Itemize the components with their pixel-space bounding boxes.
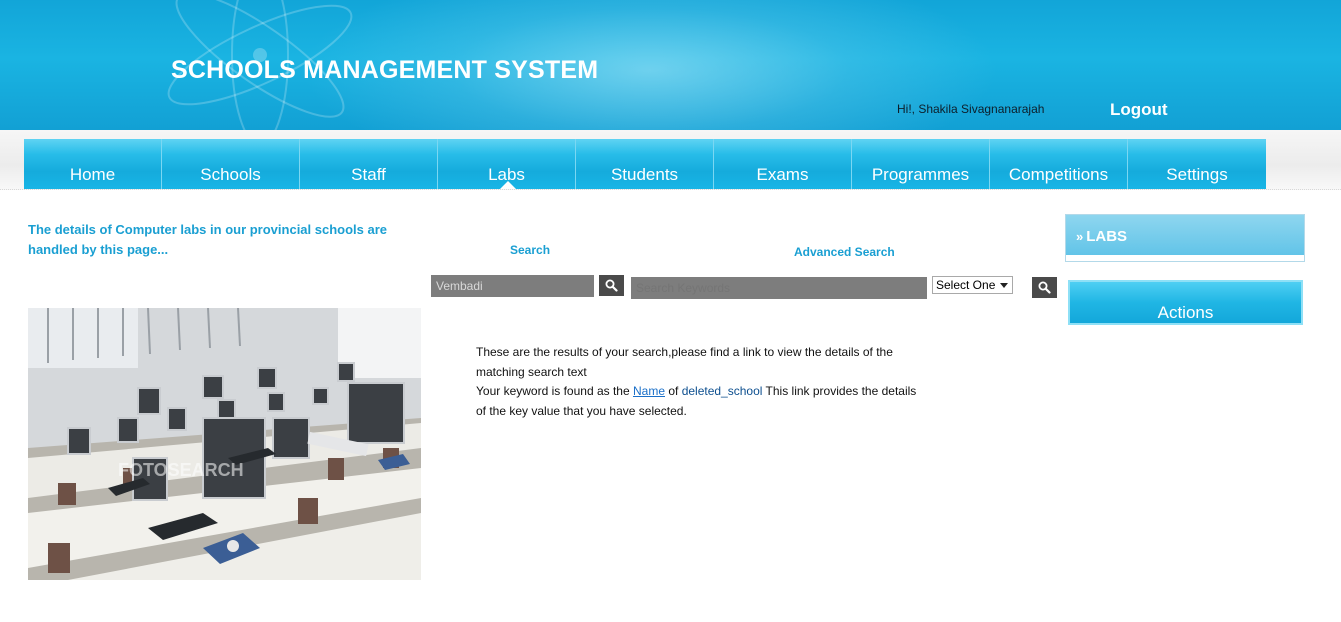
nav-item-competitions[interactable]: Competitions: [990, 139, 1128, 189]
result-key-value: deleted_school: [681, 384, 763, 398]
page-intro: The details of Computer labs in our prov…: [28, 222, 388, 257]
advanced-search-button[interactable]: [1032, 277, 1057, 298]
nav-item-labs[interactable]: Labs: [438, 139, 576, 189]
keywords-input[interactable]: [631, 277, 927, 299]
nav-item-programmes[interactable]: Programmes: [852, 139, 990, 189]
nav-item-staff[interactable]: Staff: [300, 139, 438, 189]
computer-lab-photo: FOTOSEARCH: [28, 308, 421, 580]
site-title: SCHOOLS MANAGEMENT SYSTEM: [171, 56, 599, 84]
actions-button[interactable]: Actions: [1068, 280, 1303, 325]
nav-item-settings[interactable]: Settings: [1128, 139, 1266, 189]
page: SCHOOLS MANAGEMENT SYSTEM Hi!, Shakila S…: [0, 0, 1341, 622]
photo-watermark: FOTOSEARCH: [118, 460, 244, 480]
search-button[interactable]: [599, 275, 624, 296]
search-input[interactable]: [431, 275, 594, 297]
labs-panel-title: LABS: [1086, 228, 1128, 245]
magnifier-icon: [605, 279, 618, 292]
main-nav: Home Schools Staff Labs Students Exams P…: [24, 139, 1266, 189]
result-name-link[interactable]: Name: [633, 384, 665, 398]
labs-panel: » LABS: [1065, 214, 1305, 262]
search-field-select[interactable]: Select One: [932, 276, 1013, 294]
results-line-2: Your keyword is found as the Name of del…: [476, 384, 917, 418]
results-line-1: These are the results of your search,ple…: [476, 345, 893, 379]
advanced-search-label: Advanced Search: [794, 245, 895, 259]
computer-lab-illustration: FOTOSEARCH: [28, 308, 421, 580]
site-header: SCHOOLS MANAGEMENT SYSTEM Hi!, Shakila S…: [0, 0, 1341, 130]
nav-item-exams[interactable]: Exams: [714, 139, 852, 189]
logout-link[interactable]: Logout: [1110, 100, 1168, 120]
search-results: These are the results of your search,ple…: [476, 343, 926, 421]
nav-item-home[interactable]: Home: [24, 139, 162, 189]
nav-item-schools[interactable]: Schools: [162, 139, 300, 189]
double-chevron-right-icon: »: [1076, 229, 1084, 244]
labs-panel-header: » LABS: [1066, 215, 1304, 255]
user-greeting: Hi!, Shakila Sivagnanarajah: [897, 102, 1045, 116]
search-label: Search: [510, 243, 551, 257]
select-value: Select One: [936, 278, 996, 292]
nav-item-students[interactable]: Students: [576, 139, 714, 189]
chevron-down-icon: [1000, 283, 1008, 288]
magnifier-icon: [1038, 281, 1051, 294]
